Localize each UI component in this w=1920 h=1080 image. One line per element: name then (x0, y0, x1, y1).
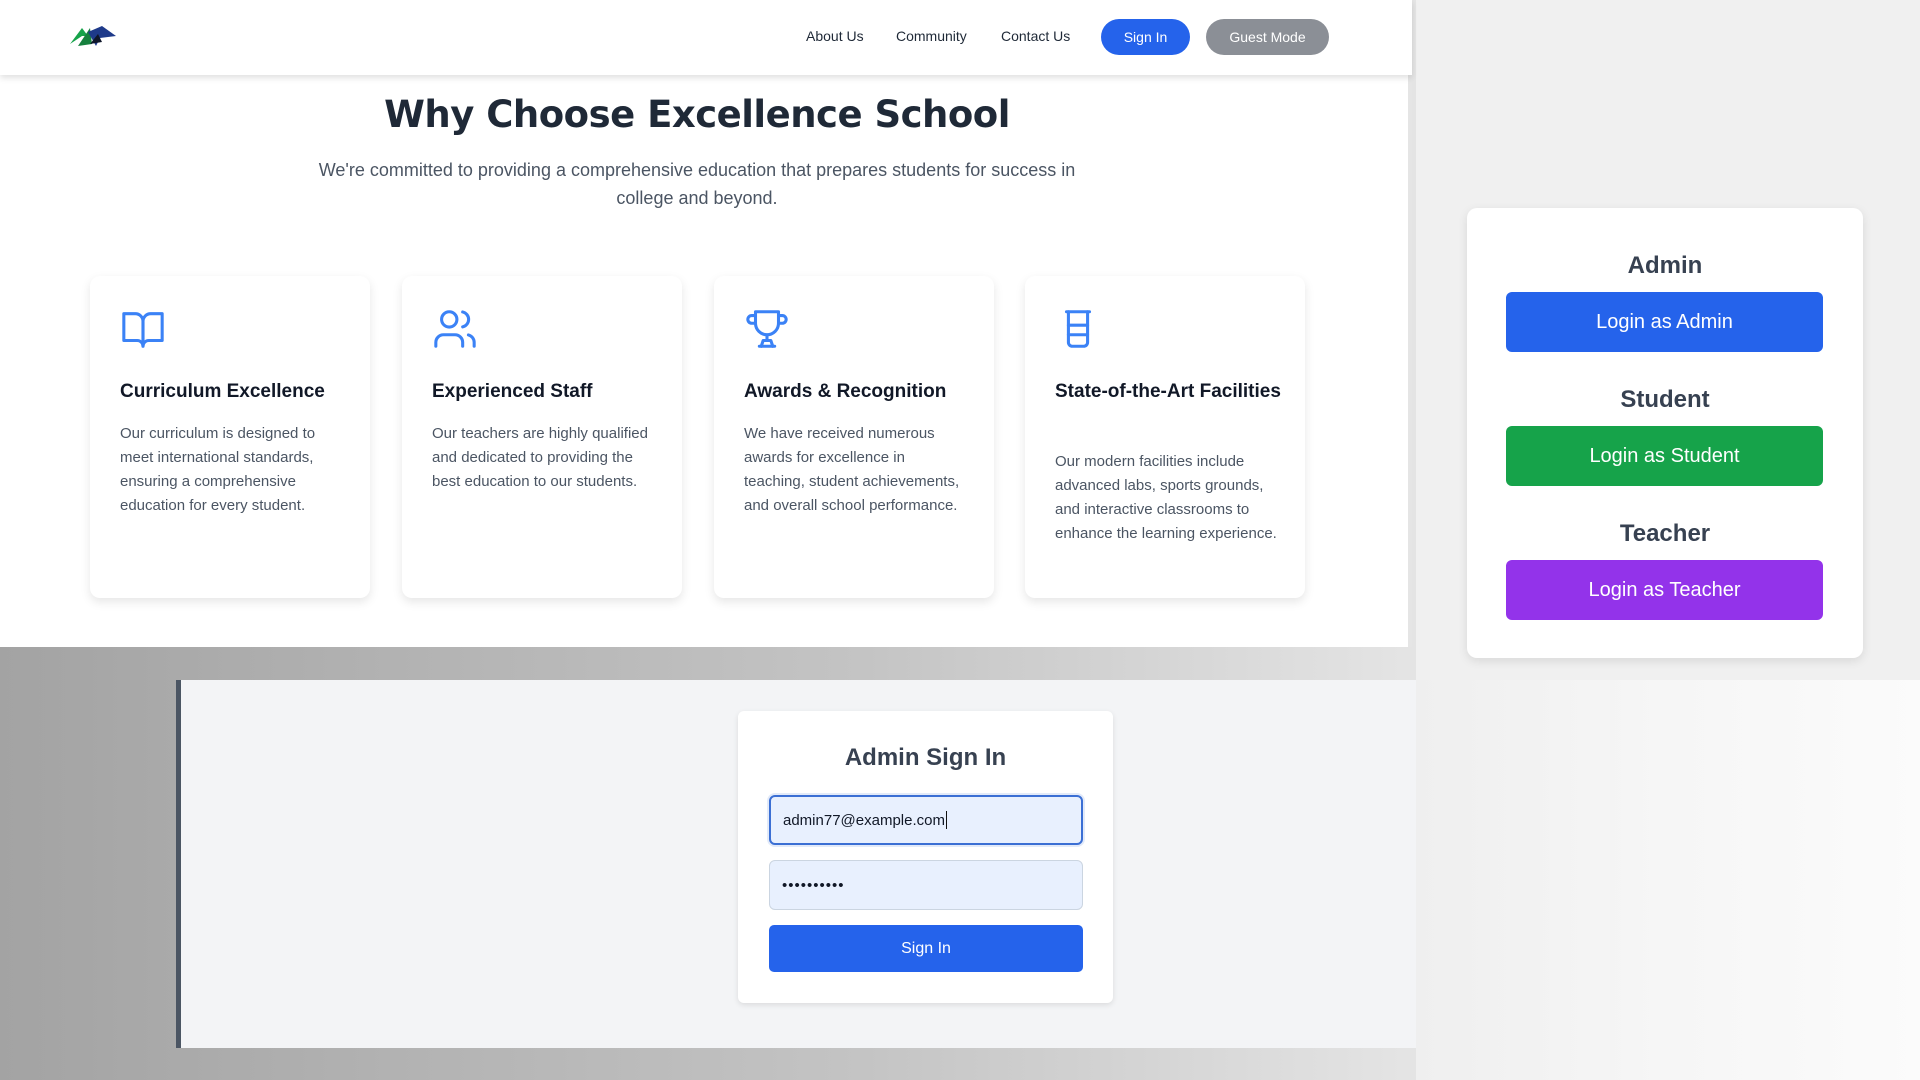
feature-description: Our teachers are highly qualified and de… (432, 425, 648, 490)
feature-title: Awards & Recognition (744, 381, 947, 402)
login-as-teacher-button[interactable]: Login as Teacher (1506, 560, 1823, 620)
role-heading-admin: Admin (1627, 252, 1703, 279)
login-as-admin-button[interactable]: Login as Admin (1506, 292, 1823, 352)
text-caret (945, 811, 947, 829)
book-open-icon (122, 312, 164, 348)
feature-card-facilities: State-of-the-Art Facilities Our modern f… (1025, 276, 1305, 598)
nav-contact-us-link[interactable]: Contact Us (1001, 28, 1070, 44)
role-heading-teacher: Teacher (1619, 520, 1711, 547)
feature-title: Experienced Staff (432, 381, 593, 402)
nav-sign-in-button[interactable]: Sign In (1101, 19, 1190, 55)
role-selection-card: Admin Login as Admin Student Login as St… (1467, 208, 1863, 658)
email-field[interactable]: admin77@example.com (769, 795, 1083, 845)
admin-signin-card: Admin Sign In admin77@example.com ••••••… (738, 711, 1113, 1003)
password-field[interactable]: •••••••••• (769, 860, 1083, 910)
landing-window: About Us Community Contact Us Sign In Gu… (0, 0, 1412, 647)
users-icon (434, 310, 476, 348)
password-value: •••••••••• (782, 876, 845, 894)
signin-title: Admin Sign In (844, 744, 1007, 771)
nav-about-us-link[interactable]: About Us (806, 28, 864, 44)
feature-title: Curriculum Excellence (120, 381, 325, 402)
trophy-icon (746, 310, 788, 348)
feature-description: Our modern facilities include advanced l… (1055, 453, 1277, 542)
top-navbar: About Us Community Contact Us Sign In Gu… (0, 0, 1412, 75)
beaker-icon (1064, 310, 1092, 348)
login-as-student-button[interactable]: Login as Student (1506, 426, 1823, 486)
feature-card-awards: Awards & Recognition We have received nu… (714, 276, 994, 598)
feature-card-staff: Experienced Staff Our teachers are highl… (402, 276, 682, 598)
guest-mode-button[interactable]: Guest Mode (1206, 19, 1329, 55)
feature-card-curriculum: Curriculum Excellence Our curriculum is … (90, 276, 370, 598)
feature-description: We have received numerous awards for exc… (744, 425, 960, 514)
feature-title: State-of-the-Art Facilities (1055, 381, 1281, 402)
email-value: admin77@example.com (783, 811, 945, 829)
role-heading-student: Student (1620, 386, 1710, 413)
section-subtitle: We're committed to providing a comprehen… (318, 160, 1076, 208)
school-logo-icon[interactable] (68, 22, 118, 50)
nav-community-link[interactable]: Community (896, 28, 967, 44)
desktop-background-right-bottom (1416, 680, 1920, 1080)
section-title: Why Choose Excellence School (384, 93, 1010, 136)
admin-sign-in-button[interactable]: Sign In (769, 925, 1083, 972)
feature-description: Our curriculum is designed to meet inter… (120, 425, 316, 514)
